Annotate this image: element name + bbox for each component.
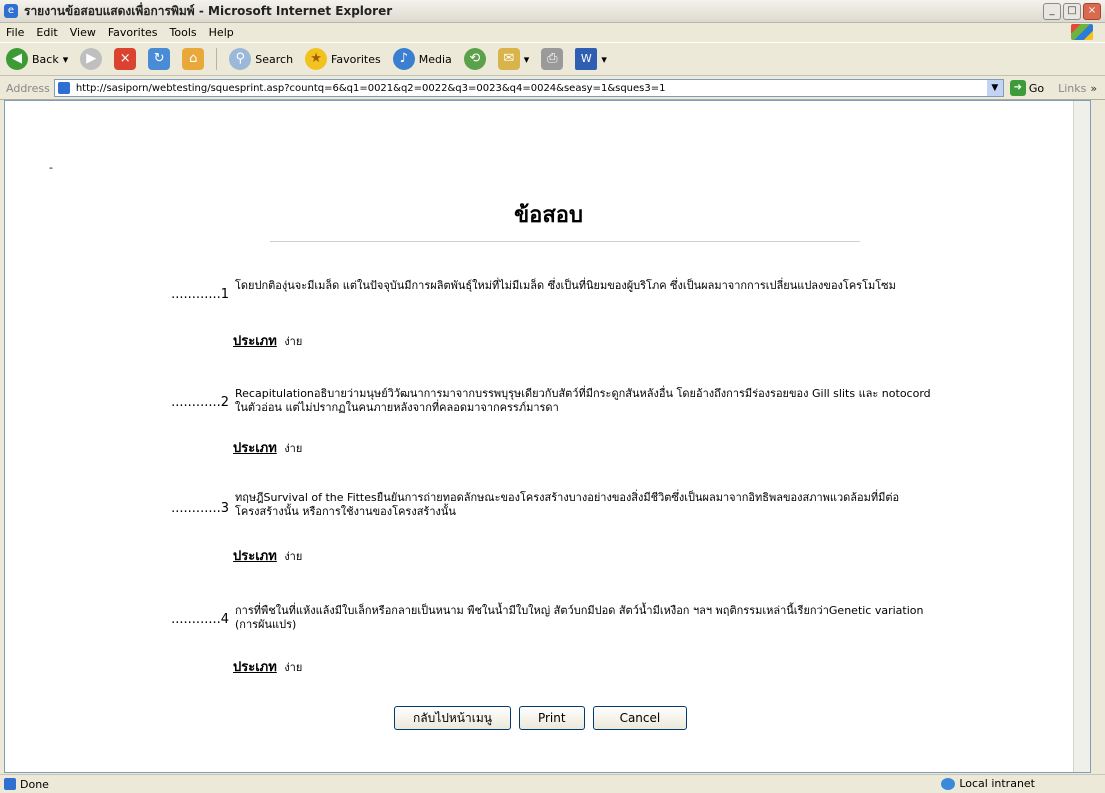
history-icon: ⟲ [463,48,486,70]
divider [270,241,860,242]
window-controls: _ □ × [1043,3,1101,20]
mail-button[interactable]: ✉ ▾ [497,48,530,70]
chevron-down-icon: ▾ [62,52,69,66]
stop-icon: × [114,48,137,70]
question-type: ประเภท ง่าย [233,656,302,677]
zone-label: Local intranet [959,777,1035,790]
search-label: Search [255,52,294,66]
print-button[interactable]: Print [518,706,585,730]
question-type: ประเภท ง่าย [233,545,302,566]
go-label: Go [1028,81,1045,95]
media-button[interactable]: ♪ Media [392,48,452,70]
back-to-menu-button[interactable]: กลับไปหน้าเมนู [394,706,511,730]
address-bar: Address http://sasiporn/webtesting/sques… [0,77,1105,100]
forward-arrow-icon: ▶ [80,48,103,70]
cancel-button[interactable]: Cancel [592,706,688,730]
chevron-right-icon[interactable]: » [1090,82,1097,95]
star-icon: ★ [305,48,328,70]
chevron-down-icon[interactable]: ▼ [986,80,1003,96]
page-content: - ข้อสอบ ............1 โดยปกติองุ่นจะมีเ… [4,100,1091,773]
question-text: Recapitulationอธิบายว่ามนุษย์วิวัฒนาการม… [235,387,931,414]
print-toolbar-button[interactable]: ⎙ [541,48,564,70]
close-button[interactable]: × [1083,3,1101,20]
question-number: ............4 [171,612,229,627]
type-value: ง่าย [284,442,303,455]
status-bar: Done Local intranet [0,774,1105,793]
menu-edit[interactable]: Edit [30,26,63,39]
ie-icon: e [4,4,18,18]
history-button[interactable]: ⟲ [463,48,486,70]
type-value: ง่าย [284,335,303,348]
type-value: ง่าย [284,550,303,563]
menu-favorites[interactable]: Favorites [102,26,164,39]
page-marker: - [49,161,53,174]
type-value: ง่าย [284,661,303,674]
word-button[interactable]: W ▾ [575,48,607,70]
window-title: รายงานข้อสอบแสดงเพื่อการพิมพ์ - Microsof… [24,3,393,18]
media-label: Media [418,52,452,66]
minimize-button[interactable]: _ [1043,3,1061,20]
security-zone: Local intranet [941,777,1035,790]
go-arrow-icon: ➜ [1009,80,1026,96]
menu-file[interactable]: File [0,26,30,39]
page-icon [57,82,70,94]
back-label: Back [32,52,59,66]
address-field[interactable]: http://sasiporn/webtesting/squesprint.as… [53,79,1004,97]
mail-icon: ✉ [497,48,520,70]
back-arrow-icon: ◀ [6,48,28,70]
type-label: ประเภท [233,549,277,564]
type-label: ประเภท [233,334,277,349]
stop-button[interactable]: × [114,48,137,70]
vertical-scrollbar[interactable] [1073,101,1090,772]
media-icon: ♪ [392,48,415,70]
word-icon: W [575,48,598,70]
search-button[interactable]: ⚲ Search [229,48,293,70]
chevron-down-icon: ▾ [523,52,530,66]
question-text: โดยปกติองุ่นจะมีเมล็ด แต่ในปัจจุบันมีการ… [235,279,896,292]
address-label: Address [6,81,50,95]
question-text: ทฤษฎีSurvival of the Fittesยืนยันการถ่าย… [235,491,900,518]
favorites-button[interactable]: ★ Favorites [305,48,381,70]
page-icon [4,778,16,790]
favorites-label: Favorites [331,52,381,66]
type-label: ประเภท [233,660,277,675]
question-number: ............2 [171,395,229,410]
type-label: ประเภท [233,441,277,456]
question-number: ............3 [171,501,229,516]
menu-help[interactable]: Help [203,26,240,39]
menu-tools[interactable]: Tools [164,26,203,39]
question-type: ประเภท ง่าย [233,330,302,351]
home-icon: ⌂ [182,48,205,70]
printer-icon: ⎙ [541,48,564,70]
maximize-button[interactable]: □ [1063,3,1081,20]
home-button[interactable]: ⌂ [182,48,205,70]
action-buttons: กลับไปหน้าเมนู Print Cancel [394,706,688,730]
refresh-button[interactable]: ↻ [148,48,171,70]
refresh-icon: ↻ [148,48,171,70]
question-type: ประเภท ง่าย [233,437,302,458]
chevron-down-icon: ▾ [601,52,607,66]
go-button[interactable]: ➜ Go [1009,80,1045,96]
address-url: http://sasiporn/webtesting/squesprint.as… [75,82,666,94]
intranet-icon [941,777,956,790]
back-button[interactable]: ◀ Back ▾ [6,48,68,70]
links-button[interactable]: Links [1058,82,1086,95]
page-title: ข้อสอบ [514,202,583,228]
toolbar-separator [216,48,218,70]
menu-bar: File Edit View Favorites Tools Help [0,23,1105,41]
menu-view[interactable]: View [64,26,102,39]
status-text: Done [20,777,49,791]
question-number: ............1 [171,287,229,302]
question-text: การที่พืชในที่แห้งแล้งมีใบเล็กหรือกลายเป… [235,604,924,631]
toolbar: ◀ Back ▾ ▶ × ↻ ⌂ ⚲ Search ★ Favorites ♪ … [0,42,1105,76]
title-bar: e รายงานข้อสอบแสดงเพื่อการพิมพ์ - Micros… [0,0,1105,23]
windows-logo-icon [1071,24,1093,40]
search-icon: ⚲ [229,48,252,70]
forward-button[interactable]: ▶ [80,48,103,70]
